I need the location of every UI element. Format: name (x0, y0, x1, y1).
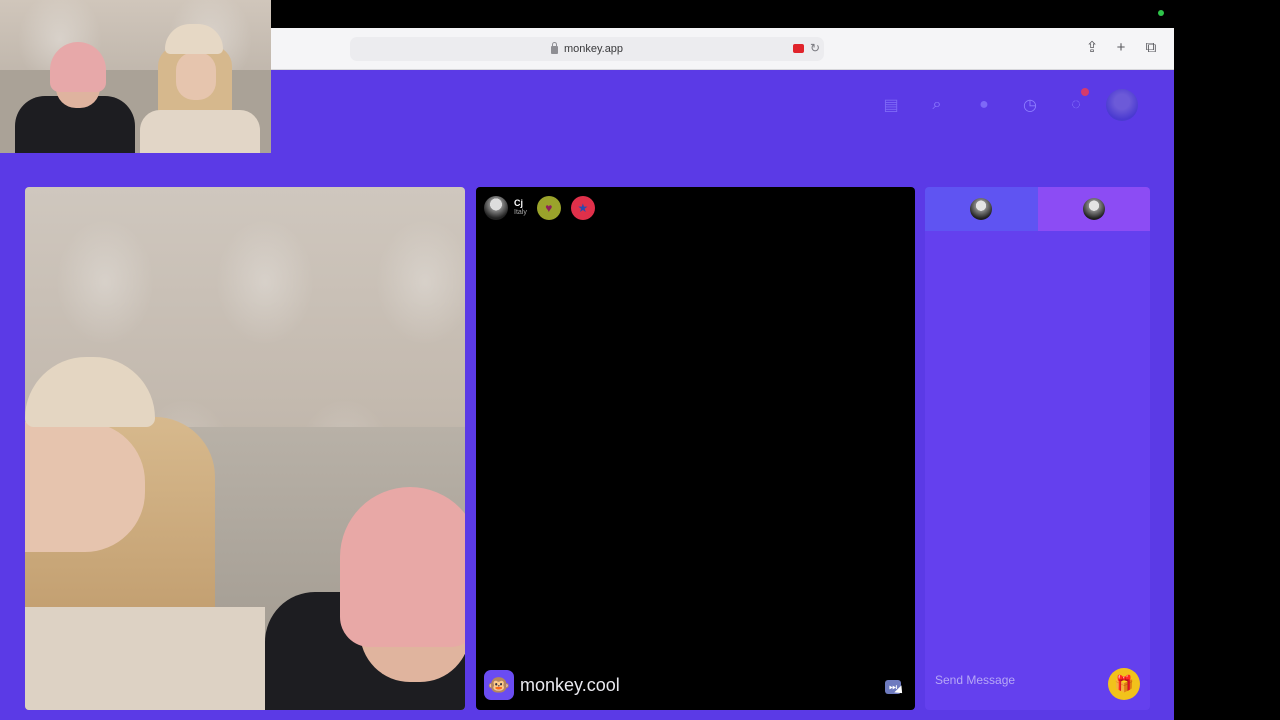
lock-icon (550, 42, 558, 54)
brand-text: monkey.cool (520, 674, 620, 695)
screen: monkey.app ↻ ⇪ + ⧉ ▤ ⌕ ● ◷ ◌ Cj Italy ♥ … (0, 0, 1280, 720)
messages-icon[interactable]: ◌ (1063, 88, 1089, 118)
local-video (25, 187, 465, 710)
camera-active-indicator (1158, 10, 1164, 16)
chat-tab-peer[interactable] (925, 187, 1038, 231)
peer-info[interactable]: Cj Italy ♥ ★ (484, 196, 595, 220)
self-tab-avatar (1082, 198, 1105, 220)
search-icon[interactable]: ⌕ (924, 92, 950, 118)
person-left-cap (25, 357, 155, 427)
sv-person-right-face (176, 52, 216, 100)
gift-icon: 🎁 (1114, 676, 1134, 693)
profile-avatar[interactable] (1106, 89, 1138, 121)
peer-country: Italy (514, 209, 527, 216)
person-right-hair (340, 487, 465, 647)
chat-panel: 🎁 (925, 187, 1150, 710)
remote-video: Cj Italy ♥ ★ 🐵 monkey.cool ⏭ (476, 187, 915, 710)
peer-name: Cj (514, 198, 523, 208)
notification-badge (1081, 88, 1089, 96)
gift-button[interactable]: 🎁 (1108, 668, 1140, 700)
share-icon[interactable]: ⇪ (1083, 39, 1101, 57)
reload-icon[interactable]: ↻ (810, 41, 820, 55)
sv-person-right-cap (165, 24, 223, 54)
shop-icon[interactable]: ▤ (878, 92, 904, 118)
message-input[interactable] (935, 668, 1105, 692)
peer-tab-avatar (970, 198, 993, 220)
self-view-thumbnail[interactable] (0, 0, 271, 153)
sv-person-right-shirt (140, 110, 260, 153)
brand-watermark: 🐵 monkey.cool (484, 670, 620, 700)
coin-icon[interactable]: ● (971, 92, 997, 118)
chat-input-row: 🎁 (925, 660, 1150, 710)
tabs-overview-icon[interactable]: ⧉ (1142, 39, 1160, 57)
url-text: monkey.app (563, 43, 624, 55)
sv-person-left-hair (50, 42, 106, 92)
history-icon[interactable]: ◷ (1017, 92, 1043, 118)
peer-avatar[interactable] (484, 196, 508, 220)
monkey-logo-icon: 🐵 (484, 670, 514, 700)
report-badge-icon[interactable]: ★ (570, 196, 595, 220)
chat-tab-self[interactable] (1037, 187, 1150, 231)
person-left-face (25, 422, 145, 552)
person-left-shirt (25, 607, 265, 710)
heart-badge-icon[interactable]: ♥ (536, 196, 561, 220)
new-tab-icon[interactable]: + (1112, 39, 1130, 57)
chat-tabs (925, 187, 1150, 231)
address-bar[interactable]: monkey.app ↻ (350, 37, 824, 61)
camera-recording-icon[interactable] (793, 44, 804, 53)
